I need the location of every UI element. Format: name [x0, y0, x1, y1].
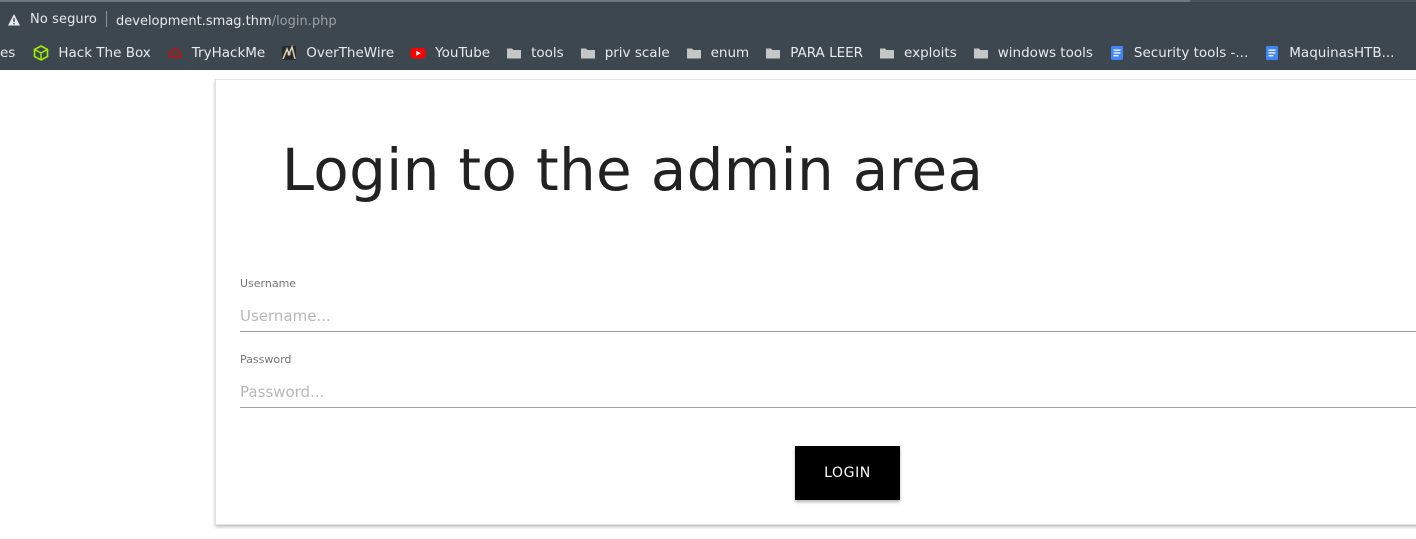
- bookmark-label: enum: [710, 45, 750, 61]
- bookmark-label: windows tools: [997, 45, 1093, 61]
- folder-icon: [973, 45, 989, 61]
- bookmark-label: priv scale: [604, 45, 670, 61]
- bookmark-label: Hack The Box: [58, 45, 151, 61]
- folder-icon: [879, 45, 895, 61]
- svg-text:10: 10: [172, 52, 178, 58]
- bookmark-label: MaquinasHTB...: [1289, 45, 1395, 61]
- loading-progress-bar: [0, 0, 1190, 2]
- bookmark-label: Security tools -...: [1133, 45, 1249, 61]
- bookmarks-bar: es Hack The Box 10 TryHackMe OverTheWire…: [0, 36, 1416, 70]
- bookmark-overthewire[interactable]: OverTheWire: [273, 38, 402, 68]
- folder-icon: [765, 45, 781, 61]
- password-input[interactable]: [240, 376, 1416, 408]
- bookmark-folder-windows-tools[interactable]: windows tools: [965, 38, 1101, 68]
- security-status[interactable]: No seguro: [30, 12, 97, 27]
- warning-icon[interactable]: [7, 12, 21, 26]
- folder-icon: [686, 45, 702, 61]
- bookmark-youtube[interactable]: YouTube: [402, 38, 498, 68]
- bookmark-folder-tools[interactable]: tools: [498, 38, 572, 68]
- bookmark-label: tools: [531, 45, 564, 61]
- url-text[interactable]: development.smag.thm/login.php: [116, 10, 337, 29]
- cloud-icon: 10: [167, 45, 183, 61]
- bookmark-folder-exploits[interactable]: exploits: [871, 38, 965, 68]
- folder-icon: [580, 45, 596, 61]
- bookmark-folder-para-leer[interactable]: PARA LEER: [757, 38, 871, 68]
- address-divider: [106, 11, 107, 27]
- bookmark-label: TryHackMe: [191, 45, 266, 61]
- bookmark-label: exploits: [904, 45, 957, 61]
- youtube-icon: [410, 45, 426, 61]
- doc-icon: [1264, 45, 1280, 61]
- cube-icon: [33, 45, 49, 61]
- bookmark-hack-the-box[interactable]: Hack The Box: [25, 38, 158, 68]
- address-bar[interactable]: No seguro development.smag.thm/login.php: [0, 0, 1416, 36]
- bookmark-folder-enum[interactable]: enum: [678, 38, 758, 68]
- username-label: Username: [240, 277, 297, 290]
- url-host: development.smag.thm: [116, 13, 272, 29]
- bookmark-label: PARA LEER: [790, 45, 864, 61]
- bookmark-label: es: [0, 45, 16, 61]
- bookmark-maquinashtb[interactable]: MaquinasHTB...: [1256, 38, 1402, 68]
- password-label: Password: [240, 353, 292, 366]
- folder-icon: [506, 45, 522, 61]
- bookmark-tryhackme[interactable]: 10 TryHackMe: [159, 38, 273, 68]
- login-button[interactable]: LOGIN: [795, 446, 900, 500]
- bookmark-folder-priv-scale[interactable]: priv scale: [572, 38, 678, 68]
- wire-icon: [281, 44, 297, 61]
- page-title: Login to the admin area: [281, 136, 984, 204]
- bookmark-label: OverTheWire: [306, 45, 395, 61]
- url-path: /login.php: [271, 13, 337, 29]
- bookmark-label: YouTube: [435, 45, 491, 61]
- bookmark-security-tools[interactable]: Security tools -...: [1101, 38, 1256, 68]
- username-input[interactable]: [240, 300, 1416, 332]
- bookmark-truncated[interactable]: es: [0, 38, 25, 68]
- doc-icon: [1109, 45, 1125, 61]
